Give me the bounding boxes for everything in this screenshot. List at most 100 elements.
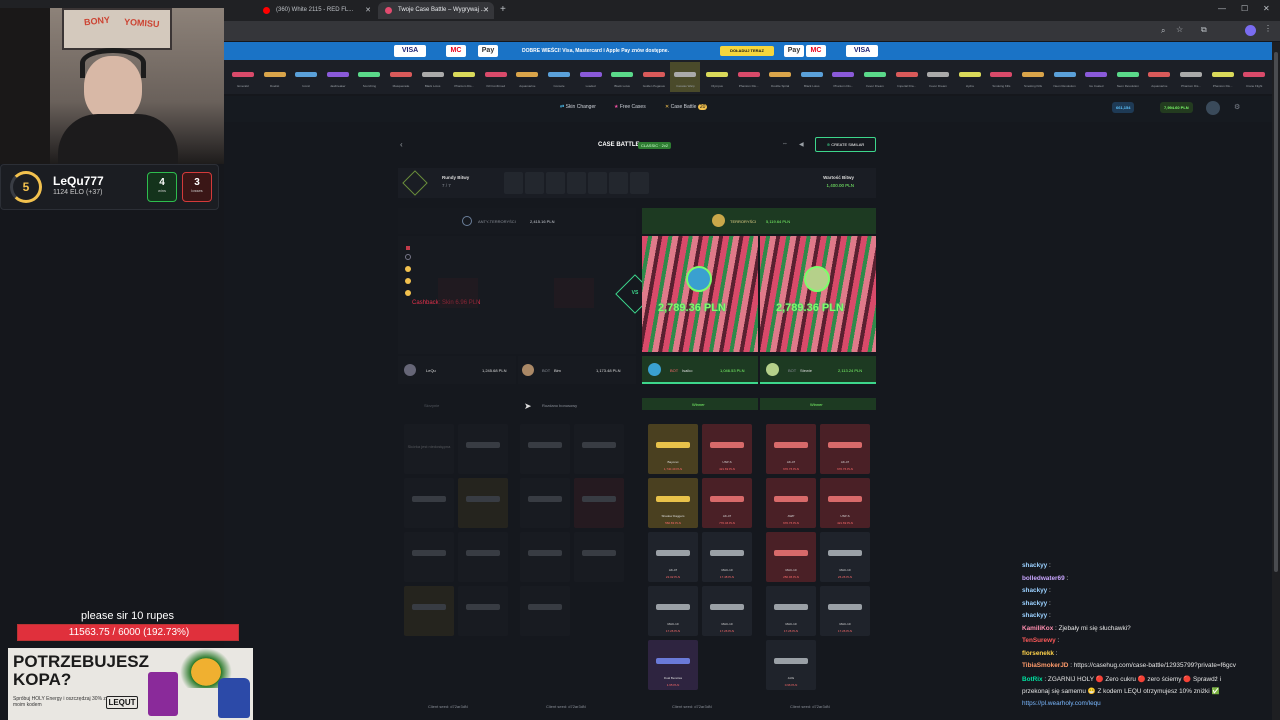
drop-item[interactable]: Kill Confirmed: [481, 62, 511, 92]
drop-item[interactable]: Imperial Dra...: [892, 62, 922, 92]
search-icon[interactable]: ⌕: [1161, 26, 1165, 36]
item-card[interactable]: Bayonet 1,740.49 PLN: [648, 424, 698, 474]
settings-icon[interactable]: ⚙: [1234, 103, 1240, 111]
item-card[interactable]: MAC-10 250.06 PLN: [766, 532, 816, 582]
item-card[interactable]: MAC-10 26.26 PLN: [820, 532, 870, 582]
item-card: [458, 532, 508, 582]
close-icon[interactable]: ✕: [365, 2, 371, 19]
drop-item[interactable]: Ice Coaled: [1081, 62, 1111, 92]
close-window-icon[interactable]: ✕: [1263, 4, 1270, 13]
chat-username[interactable]: shackyy: [1022, 562, 1047, 569]
close-icon[interactable]: ✕: [483, 2, 489, 19]
profile-avatar[interactable]: [1245, 25, 1256, 36]
item-card[interactable]: USP-S 421.69 PLN: [820, 478, 870, 528]
drop-item[interactable]: Iconic: [291, 62, 321, 92]
gun-icon: [642, 72, 665, 77]
drop-item[interactable]: Console: [544, 62, 574, 92]
drop-item[interactable]: Black Lotus: [418, 62, 448, 92]
drop-item[interactable]: Loaded: [576, 62, 606, 92]
item-card[interactable]: Dual Berettas 1.65 PLN: [648, 640, 698, 690]
tab-youtube[interactable]: (360) White 2115 - RED FL... ✕: [256, 2, 376, 19]
player-avatar: [804, 266, 830, 292]
drop-item[interactable]: Neon Revolution: [1050, 62, 1080, 92]
item-card[interactable]: MAC-10 17.26 PLN: [702, 586, 752, 636]
drop-item[interactable]: Smoking Kills: [1018, 62, 1048, 92]
bookmark-star-icon[interactable]: ☆: [1176, 25, 1183, 34]
item-card[interactable]: AK-47 22.02 PLN: [648, 532, 698, 582]
ad-code: LEQUT: [106, 696, 138, 709]
create-similar-button[interactable]: ⊕ CREATE SIMILAR: [815, 137, 876, 152]
drop-item[interactable]: Double Spiral: [765, 62, 795, 92]
drop-item[interactable]: Crane Flight: [1239, 62, 1269, 92]
drop-item[interactable]: Black Lotus: [797, 62, 827, 92]
drop-item-name: Loaded: [585, 84, 596, 88]
nav-case-battle[interactable]: ✕ Case Battle 20: [665, 104, 708, 110]
nav-free-cases[interactable]: ★ Free Cases: [614, 104, 646, 110]
new-tab-button[interactable]: +: [500, 4, 506, 15]
drop-item[interactable]: Aquamarine: [1144, 62, 1174, 92]
drop-item[interactable]: Hydra: [955, 62, 985, 92]
drop-item[interactable]: Aquamarine: [512, 62, 542, 92]
drop-item[interactable]: Olympus: [702, 62, 732, 92]
wallet-balance[interactable]: 7,994.60 PLN: [1160, 102, 1193, 113]
item-card: [404, 586, 454, 636]
drop-item[interactable]: Phantom Dis...: [1208, 62, 1238, 92]
chat-text: ZGARNIJ HOLY 🔴 Zero cukru 🔴 zero ściemy …: [1047, 675, 1222, 683]
drop-item[interactable]: Scorching: [354, 62, 384, 92]
coin-balance[interactable]: 661,154: [1112, 102, 1135, 113]
chat-username[interactable]: TibiaSmokerJD: [1022, 662, 1068, 669]
drop-item[interactable]: Jawbreaker: [323, 62, 353, 92]
item-card[interactable]: Shadow Daggers 560.83 PLN: [648, 478, 698, 528]
drop-item[interactable]: Phantom Dis...: [828, 62, 858, 92]
back-chevron-icon[interactable]: ‹: [400, 140, 403, 149]
nav-skin-changer[interactable]: ⇄ Skin Changer: [560, 104, 596, 110]
top-up-button[interactable]: DOŁADUJ TERAZ: [720, 46, 774, 56]
drop-item[interactable]: Golden Pegasus: [639, 62, 669, 92]
chat-username[interactable]: BotRix: [1022, 676, 1043, 683]
drop-item[interactable]: Phantom Dis...: [734, 62, 764, 92]
chat-username[interactable]: shackyy: [1022, 600, 1047, 607]
chat-username[interactable]: TenSurewy: [1022, 637, 1056, 644]
item-name: AWP: [787, 514, 795, 518]
chat-username[interactable]: KamiliKox: [1022, 625, 1053, 632]
item-card[interactable]: MAC-10 17.48 PLN: [702, 532, 752, 582]
chat-username[interactable]: shackyy: [1022, 587, 1047, 594]
chat-username[interactable]: bolledwater69: [1022, 575, 1065, 582]
minimize-icon[interactable]: —: [1218, 4, 1226, 13]
item-card[interactable]: MAC-10 17.26 PLN: [648, 586, 698, 636]
gun-icon: [528, 496, 562, 502]
gun-icon: [453, 72, 476, 77]
scrollbar-thumb[interactable]: [1274, 52, 1278, 572]
item-card[interactable]: MAC-10 17.26 PLN: [766, 586, 816, 636]
user-avatar[interactable]: [1206, 101, 1220, 115]
item-card[interactable]: AWP 670.76 PLN: [766, 478, 816, 528]
drop-item[interactable]: Fever Dream: [860, 62, 890, 92]
item-card[interactable]: AK-47 670.76 PLN: [820, 424, 870, 474]
drop-item[interactable]: Phantom Dis...: [1176, 62, 1206, 92]
drop-item[interactable]: Fever Dream: [923, 62, 953, 92]
item-card[interactable]: AK-47 670.76 PLN: [766, 424, 816, 474]
menu-icon[interactable]: ⋮: [1264, 24, 1272, 33]
drop-item[interactable]: Masquerade: [386, 62, 416, 92]
chat-username[interactable]: shackyy: [1022, 612, 1047, 619]
drop-item[interactable]: Duelist: [260, 62, 290, 92]
item-card[interactable]: AUG 0.96 PLN: [766, 640, 816, 690]
tab-case-battle[interactable]: Twoje Case Battle – Wygrywaj ... ✕: [378, 2, 494, 19]
drop-item[interactable]: Neon Revolution: [1113, 62, 1143, 92]
drop-item[interactable]: Cassias Warp: [670, 62, 701, 92]
drop-item[interactable]: Smoking Kills: [986, 62, 1016, 92]
item-card[interactable]: MAC-10 17.26 PLN: [820, 586, 870, 636]
drop-item[interactable]: Phantom Dis...: [449, 62, 479, 92]
drop-item[interactable]: Black Lotus: [607, 62, 637, 92]
team-ct-total: 2,415.16 PLN: [530, 219, 555, 224]
gun-icon: [484, 72, 507, 77]
chat-username[interactable]: florsenekk: [1022, 650, 1054, 657]
extensions-icon[interactable]: ⧉: [1201, 25, 1207, 35]
item-card[interactable]: USP-S 421.69 PLN: [702, 424, 752, 474]
drop-item[interactable]: Emerald: [228, 62, 258, 92]
link-icon[interactable]: ⇔: [782, 141, 788, 147]
sound-icon[interactable]: ◀: [799, 141, 804, 148]
item-card[interactable]: AK-47 770.46 PLN: [702, 478, 752, 528]
player-total: 2,113.24 PLN: [838, 368, 863, 373]
maximize-icon[interactable]: ☐: [1241, 4, 1248, 13]
